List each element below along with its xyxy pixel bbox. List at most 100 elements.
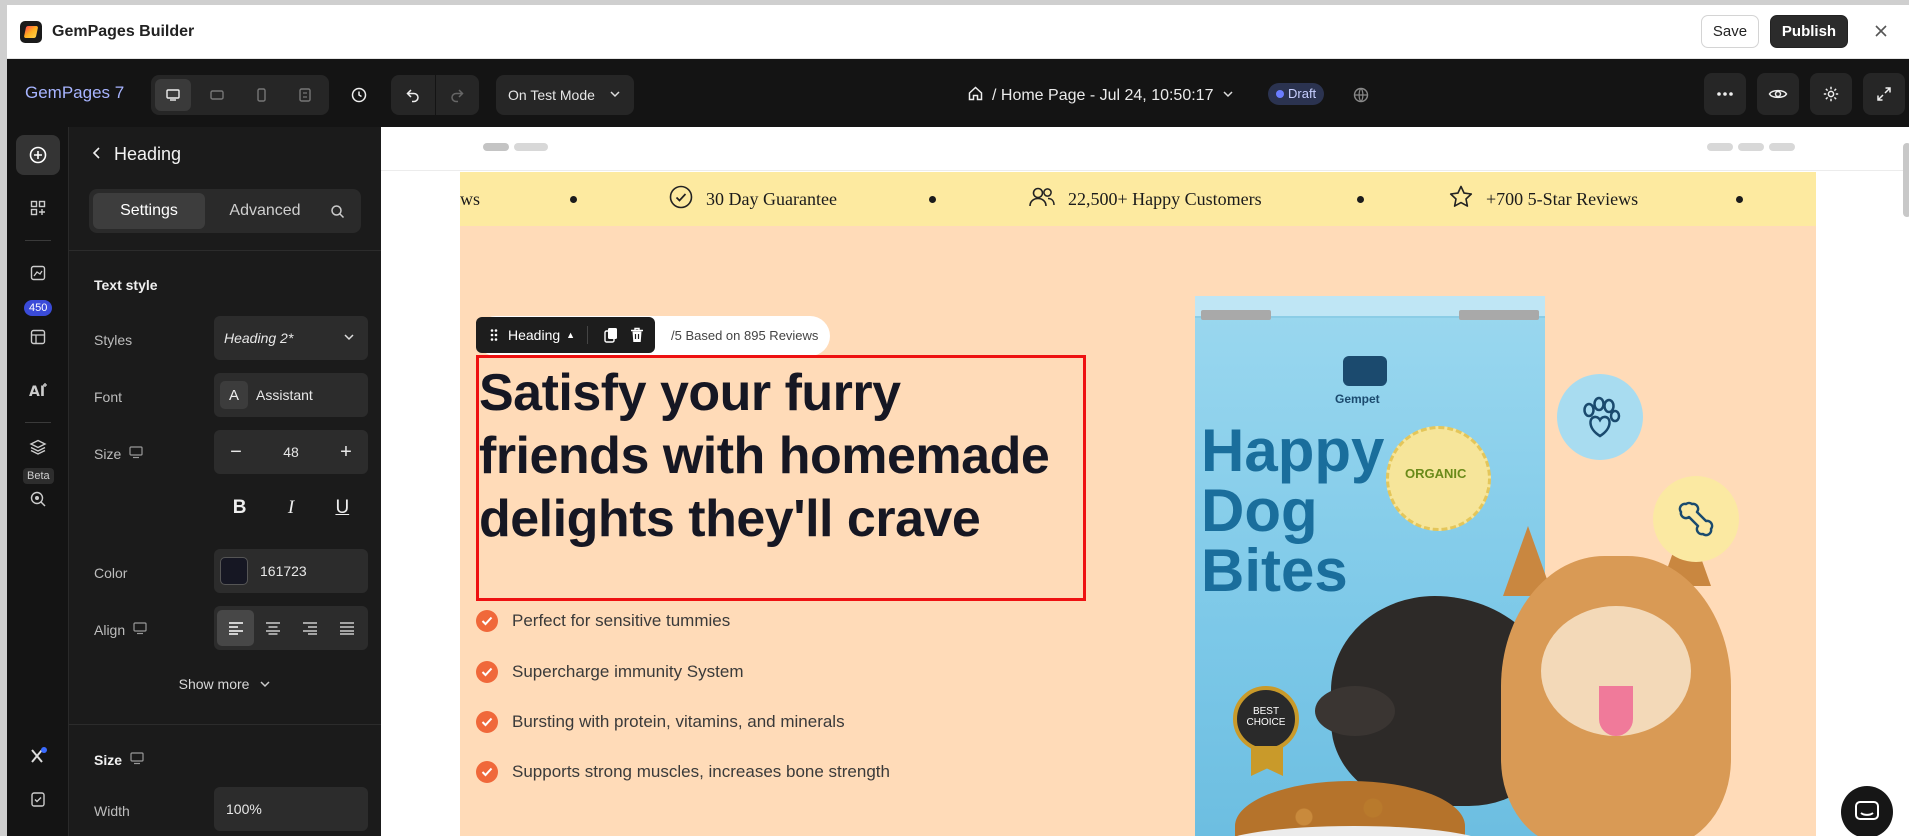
desktop-icon	[133, 622, 147, 638]
font-label: Font	[94, 389, 123, 405]
bone-icon	[1653, 476, 1739, 562]
list-item[interactable]: Supports strong muscles, increases bone …	[476, 761, 890, 783]
chevron-down-icon	[342, 330, 356, 347]
align-right-icon[interactable]	[291, 610, 328, 646]
title-bar: GemPages Builder Save Publish	[7, 5, 1909, 59]
bold-icon[interactable]: B	[222, 490, 258, 526]
list-item[interactable]: Supercharge immunity System	[476, 661, 743, 683]
trash-icon[interactable]	[624, 327, 650, 343]
align-left-icon[interactable]	[217, 610, 254, 646]
users-icon	[1028, 185, 1056, 214]
back-arrow-icon[interactable]	[87, 143, 107, 163]
undo-icon[interactable]	[395, 77, 431, 113]
history-icon[interactable]	[341, 77, 377, 113]
chevron-down-icon	[1221, 87, 1235, 106]
font-picker[interactable]: A Assistant	[214, 373, 368, 417]
settings-gear-icon[interactable]	[1810, 73, 1852, 115]
fullscreen-icon[interactable]	[1863, 73, 1905, 115]
align-center-icon[interactable]	[254, 610, 291, 646]
size-section-header: Size	[94, 752, 144, 768]
clipboard-check-icon[interactable]	[16, 779, 60, 819]
drag-handle-icon[interactable]	[482, 328, 506, 342]
globe-icon[interactable]	[1343, 77, 1379, 113]
element-toolbar-label[interactable]: Heading	[508, 327, 560, 343]
hero-heading[interactable]: Satisfy your furry friends with homemade…	[479, 362, 1079, 551]
underline-icon[interactable]: U	[324, 490, 360, 526]
page-selector[interactable]: / Home Page - Jul 24, 10:50:17	[967, 85, 1235, 107]
duplicate-icon[interactable]	[598, 327, 624, 343]
app-window: GemPages Builder Save Publish GemPages 7	[7, 5, 1909, 836]
announcement-bar[interactable]: ews 30 Day Guarantee 22,500+ Happy Custo…	[460, 172, 1816, 226]
responsive-icon[interactable]	[287, 79, 323, 111]
chat-support-icon[interactable]	[1841, 786, 1893, 836]
list-item[interactable]: Bursting with protein, vitamins, and min…	[476, 711, 845, 733]
tablet-landscape-icon[interactable]	[199, 79, 235, 111]
close-icon[interactable]	[1869, 19, 1893, 43]
redo-icon[interactable]	[439, 77, 475, 113]
increase-size-button[interactable]: +	[324, 430, 368, 474]
star-icon	[1448, 184, 1474, 215]
chevron-down-icon	[608, 87, 622, 104]
desktop-icon	[130, 752, 144, 768]
app-logo-icon	[20, 21, 42, 43]
desktop-icon[interactable]	[155, 79, 191, 111]
check-circle-icon	[476, 711, 498, 733]
templates-icon[interactable]	[16, 317, 60, 357]
announcement-item: +700 5-Star Reviews	[1448, 184, 1639, 215]
theme-icon[interactable]	[16, 253, 60, 293]
list-item[interactable]: Perfect for sensitive tummies	[476, 610, 730, 632]
layers-icon[interactable]	[16, 427, 60, 467]
width-label: Width	[94, 803, 130, 819]
text-style-title: Text style	[94, 277, 158, 293]
font-icon: A	[220, 381, 248, 409]
list-item-text: Bursting with protein, vitamins, and min…	[512, 712, 845, 731]
tab-settings[interactable]: Settings	[93, 193, 205, 229]
sections-icon[interactable]	[16, 188, 60, 228]
publish-button[interactable]: Publish	[1770, 15, 1848, 48]
product-image[interactable]: Gempet Happy Dog Bites ORGANIC BEST CHOI…	[1191, 226, 1811, 836]
font-value: Assistant	[256, 387, 313, 403]
save-button[interactable]: Save	[1701, 15, 1759, 48]
page-canvas[interactable]: ews 30 Day Guarantee 22,500+ Happy Custo…	[381, 127, 1909, 836]
check-badge-icon	[668, 184, 694, 215]
svg-text:AI: AI	[29, 384, 45, 399]
styles-label: Styles	[94, 332, 133, 348]
test-mode-dropdown[interactable]: On Test Mode	[496, 75, 634, 115]
list-item-text: Supercharge immunity System	[512, 662, 744, 681]
more-options-button[interactable]	[1704, 73, 1746, 115]
bag-brand: Gempet	[1335, 392, 1380, 406]
width-input[interactable]: 100%	[214, 787, 368, 831]
caret-up-icon[interactable]: ▲	[566, 330, 575, 340]
canvas-scrollbar[interactable]	[1903, 143, 1909, 217]
size-value[interactable]: 48	[258, 444, 324, 460]
search-icon[interactable]	[325, 199, 349, 223]
add-element-icon[interactable]	[16, 135, 60, 175]
italic-icon[interactable]: I	[273, 490, 309, 526]
announcement-item: 30 Day Guarantee	[668, 184, 837, 215]
color-swatch[interactable]	[220, 557, 248, 585]
styles-value: Heading 2*	[224, 330, 294, 346]
x-integration-icon[interactable]	[16, 736, 60, 776]
color-picker[interactable]: 161723	[214, 549, 368, 593]
announcement-text: +700 5-Star Reviews	[1486, 188, 1639, 209]
hero-section[interactable]: /5 Based on 895 Reviews Heading ▲ Satisf…	[460, 226, 1816, 836]
align-justify-icon[interactable]	[328, 610, 365, 646]
ai-icon[interactable]: AI	[16, 370, 60, 410]
check-circle-icon	[476, 610, 498, 632]
styles-dropdown[interactable]: Heading 2*	[214, 316, 368, 360]
best-choice-text: BEST CHOICE	[1246, 706, 1286, 728]
preview-eye-icon[interactable]	[1757, 73, 1799, 115]
app-title: GemPages Builder	[52, 23, 195, 40]
bag-title-text: Happy Dog Bites	[1201, 417, 1385, 604]
mobile-icon[interactable]	[243, 79, 279, 111]
rating-text: /5 Based on 895 Reviews	[671, 328, 819, 343]
tracking-icon[interactable]	[16, 479, 60, 519]
show-more-button[interactable]: Show more	[69, 676, 381, 692]
undo-redo-group	[391, 75, 479, 115]
size-stepper[interactable]: − 48 +	[214, 430, 368, 474]
decrease-size-button[interactable]: −	[214, 430, 258, 474]
show-more-label: Show more	[178, 676, 250, 692]
status-badge: Draft	[1268, 83, 1325, 105]
color-value: 161723	[260, 563, 307, 579]
tab-advanced[interactable]: Advanced	[209, 193, 321, 229]
